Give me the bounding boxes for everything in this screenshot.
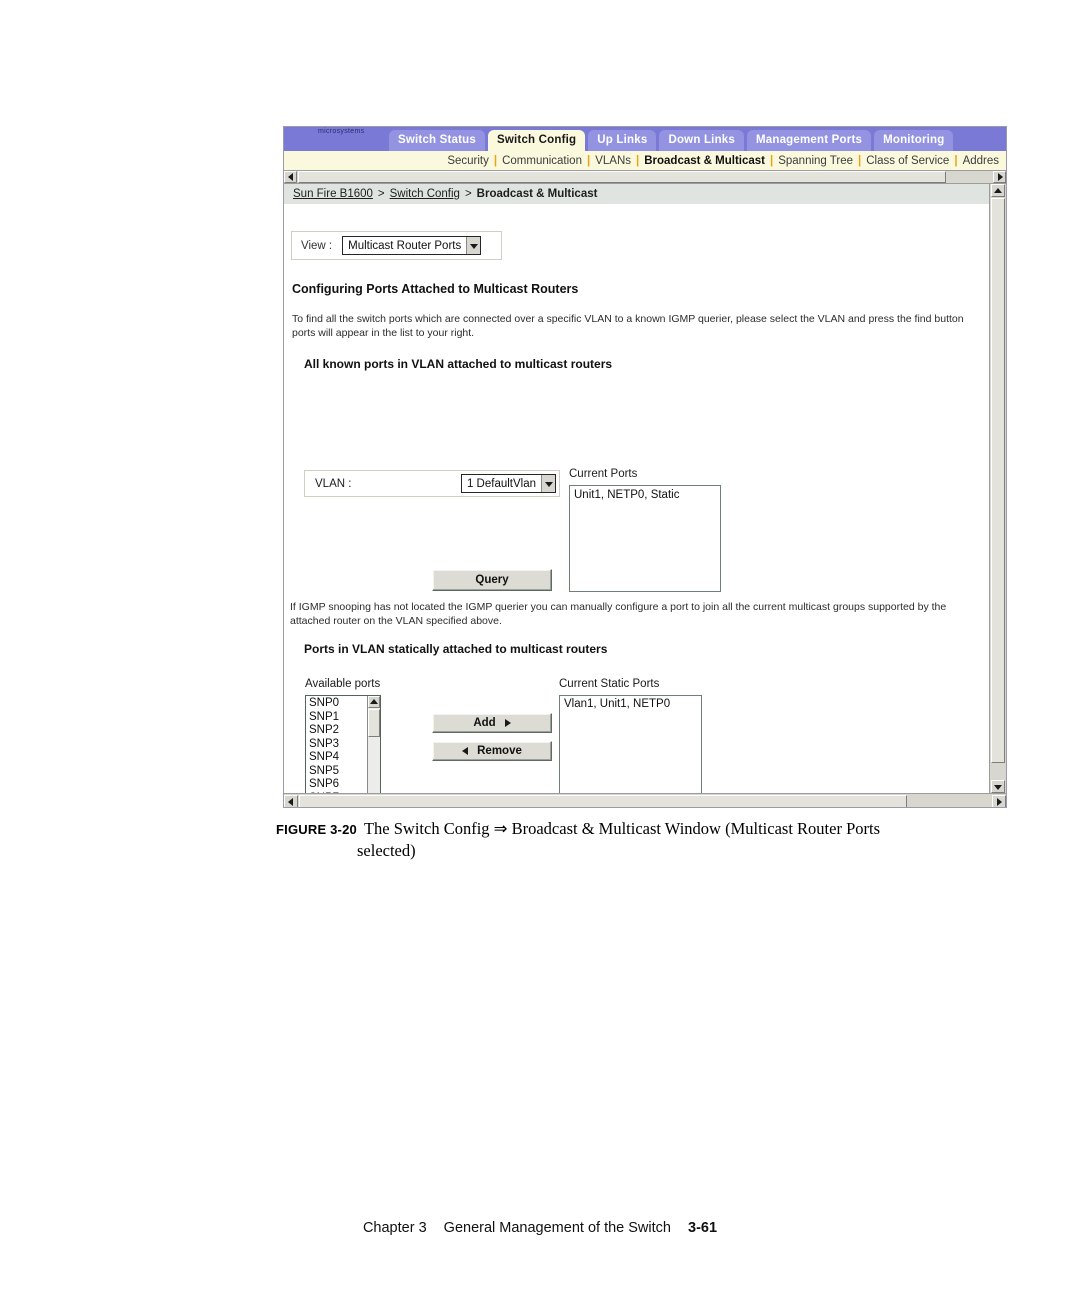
footer-page-number: 3-61 (688, 1220, 718, 1236)
arrow-down-icon (994, 784, 1002, 790)
breadcrumb-current: Broadcast & Multicast (476, 188, 598, 200)
query-button-label: Query (475, 574, 509, 586)
current-ports-label: Current Ports (569, 468, 638, 480)
remove-button[interactable]: Remove (432, 741, 552, 761)
sub-nav-bar: Security | Communication | VLANs | Broad… (284, 151, 1006, 170)
section2-subheading: Ports in VLAN statically attached to mul… (304, 642, 608, 656)
scrollbar-thumb[interactable] (991, 198, 1005, 763)
scroll-up-button[interactable] (368, 696, 380, 708)
chevron-down-icon[interactable] (541, 475, 555, 492)
arrow-down-icon (469, 243, 478, 249)
figure-caption-line1: The Switch Config ⇒ Broadcast & Multicas… (363, 819, 881, 838)
available-ports-listbox[interactable]: SNP0 SNP1 SNP2 SNP3 SNP4 SNP5 SNP6 SNP7 (305, 695, 381, 793)
footer-title: General Management of the Switch (443, 1220, 671, 1236)
arrow-right-icon (997, 797, 1002, 806)
document-page: microsystems Switch Status Switch Config… (0, 0, 1080, 1296)
subnav-item-class-of-service[interactable]: Class of Service (861, 155, 954, 167)
scroll-up-button[interactable] (991, 184, 1005, 197)
vlan-selector-panel: VLAN : 1 DefaultVlan (304, 470, 560, 497)
arrow-left-icon (287, 173, 293, 181)
arrow-left-icon (462, 747, 469, 755)
arrow-left-icon (288, 797, 293, 806)
chevron-down-icon[interactable] (466, 237, 481, 254)
subnav-item-vlans[interactable]: VLANs (590, 155, 636, 167)
breadcrumb-link-switch-config[interactable]: Switch Config (390, 188, 460, 200)
sub-nav-items: Security | Communication | VLANs | Broad… (442, 155, 1006, 167)
scrollbar-thumb[interactable] (368, 709, 380, 737)
scrollbar-thumb[interactable] (299, 795, 907, 807)
arrow-right-icon (504, 719, 511, 727)
content-region: Sun Fire B1600 > Switch Config > Broadca… (284, 184, 1006, 793)
sun-microsystems-logo: microsystems (284, 127, 389, 151)
scroll-down-button[interactable] (991, 780, 1005, 793)
scroll-right-button[interactable] (993, 171, 1006, 183)
subnav-horizontal-scrollbar[interactable] (284, 170, 1006, 184)
arrow-down-icon (544, 481, 553, 487)
vlan-dropdown-value: 1 DefaultVlan (466, 477, 536, 490)
page-footer: Chapter 3 General Management of the Swit… (0, 1220, 1080, 1236)
app-header-band: microsystems Switch Status Switch Config… (284, 127, 1006, 151)
figure-caption-line2: selected) (357, 840, 416, 860)
view-label: View : (301, 239, 333, 252)
current-static-ports-label: Current Static Ports (559, 678, 660, 690)
current-ports-listbox[interactable]: Unit1, NETP0, Static (569, 485, 721, 592)
footer-chapter: Chapter 3 (362, 1220, 427, 1236)
arrow-right-icon (997, 173, 1003, 181)
page-horizontal-scrollbar[interactable] (284, 793, 1006, 807)
figure-caption: FIGURE 3-20 The Switch Config ⇒ Broadcast… (276, 818, 1016, 862)
section1-heading: Configuring Ports Attached to Multicast … (292, 282, 579, 296)
figure-number: FIGURE 3-20 (276, 822, 357, 837)
arrow-up-icon (994, 187, 1002, 193)
add-button-label: Add (473, 717, 496, 729)
section1-paragraph: To find all the switch ports which are c… (292, 313, 964, 340)
subnav-item-communication[interactable]: Communication (497, 155, 587, 167)
section1-subheading: All known ports in VLAN attached to mult… (304, 357, 613, 371)
page-canvas: Sun Fire B1600 > Switch Config > Broadca… (284, 184, 990, 793)
remove-button-label: Remove (477, 745, 522, 757)
scroll-left-button[interactable] (284, 795, 298, 807)
page-vertical-scrollbar[interactable] (989, 184, 1006, 793)
arrow-up-icon (370, 699, 378, 704)
subnav-item-address[interactable]: Addres (958, 155, 1004, 167)
section2-paragraph: If IGMP snooping has not located the IGM… (290, 601, 947, 628)
view-selector-panel: View : Multicast Router Ports (291, 231, 502, 260)
view-dropdown-value: Multicast Router Ports (348, 239, 462, 252)
scroll-right-button[interactable] (992, 795, 1006, 807)
breadcrumb-link-root[interactable]: Sun Fire B1600 (293, 188, 373, 200)
scrollbar-thumb[interactable] (298, 171, 946, 183)
breadcrumb-separator: > (464, 188, 472, 200)
subnav-item-security[interactable]: Security (442, 155, 494, 167)
available-ports-label: Available ports (305, 678, 381, 690)
vlan-dropdown[interactable]: 1 DefaultVlan (460, 474, 556, 493)
available-ports-scrollbar[interactable] (367, 696, 380, 793)
tab-switch-status[interactable]: Switch Status (389, 130, 486, 151)
logo-text: microsystems (318, 128, 365, 135)
current-static-ports-listbox[interactable]: Vlan1, Unit1, NETP0 (559, 695, 702, 793)
tab-switch-config[interactable]: Switch Config (488, 130, 586, 151)
query-button[interactable]: Query (432, 569, 552, 591)
switch-admin-window: microsystems Switch Status Switch Config… (283, 126, 1007, 808)
scroll-left-button[interactable] (284, 171, 297, 183)
tab-up-links[interactable]: Up Links (588, 130, 657, 151)
vlan-label: VLAN : (315, 477, 352, 490)
tab-down-links[interactable]: Down Links (659, 130, 744, 151)
main-tab-bar: Switch Status Switch Config Up Links Dow… (389, 127, 956, 151)
view-dropdown[interactable]: Multicast Router Ports (342, 236, 482, 255)
current-ports-value: Unit1, NETP0, Static (574, 489, 680, 501)
subnav-item-spanning-tree[interactable]: Spanning Tree (773, 155, 858, 167)
tab-monitoring[interactable]: Monitoring (874, 130, 954, 151)
breadcrumb: Sun Fire B1600 > Switch Config > Broadca… (284, 184, 990, 204)
tab-management-ports[interactable]: Management Ports (746, 130, 872, 151)
breadcrumb-separator: > (377, 188, 385, 200)
add-button[interactable]: Add (432, 713, 552, 733)
subnav-item-broadcast-multicast[interactable]: Broadcast & Multicast (639, 155, 770, 167)
current-static-ports-value: Vlan1, Unit1, NETP0 (564, 698, 671, 710)
